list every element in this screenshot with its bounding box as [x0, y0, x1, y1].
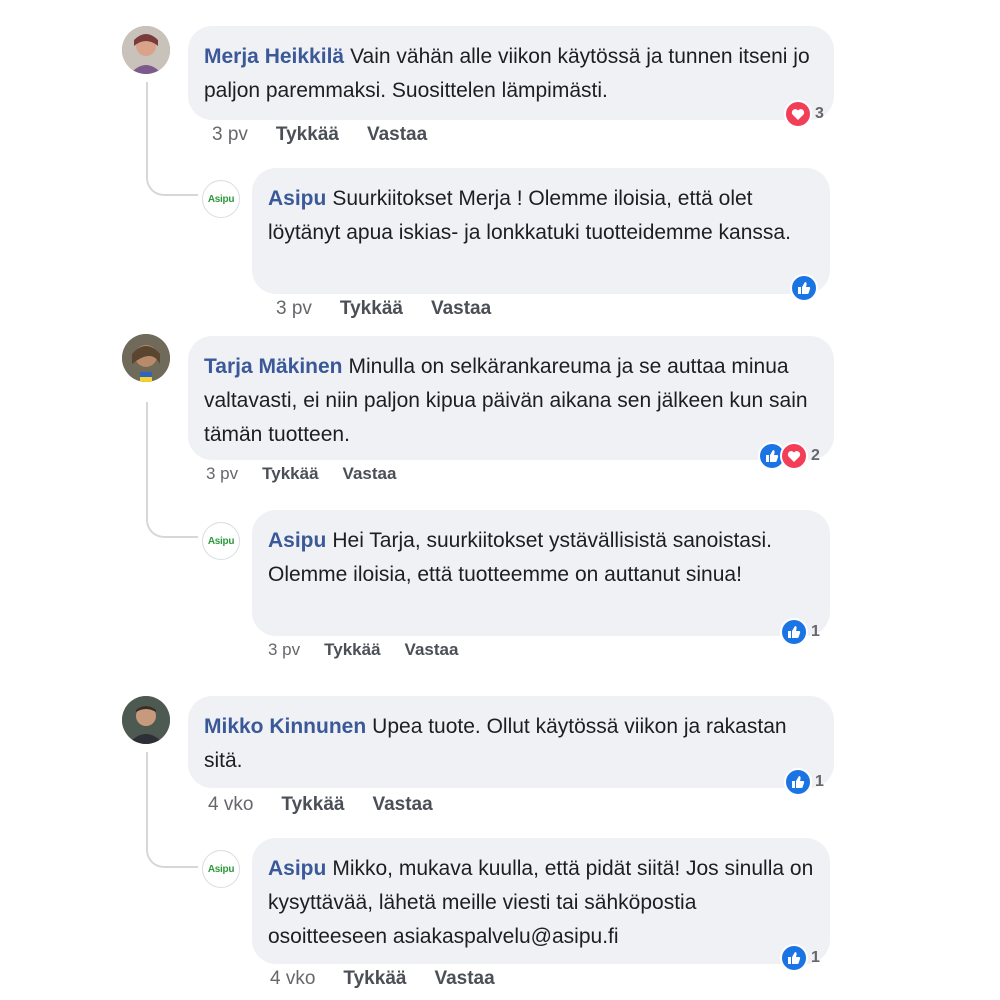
comment-meta: 3 pv Tykkää Vastaa — [268, 640, 458, 660]
like-button[interactable]: Tykkää — [276, 124, 339, 146]
avatar[interactable]: Asipu — [202, 180, 240, 218]
reply-button[interactable]: Vastaa — [434, 968, 494, 990]
like-button[interactable]: Tykkää — [343, 968, 406, 990]
reaction-summary[interactable]: 1 — [784, 768, 824, 796]
asipu-logo: Asipu — [207, 193, 235, 205]
asipu-logo: Asipu — [207, 863, 235, 875]
author-name[interactable]: Mikko Kinnunen — [204, 715, 366, 738]
comment-bubble: Mikko Kinnunen Upea tuote. Ollut käytössä… — [188, 696, 834, 788]
timestamp[interactable]: 3 pv — [206, 464, 238, 484]
love-reaction-icon — [784, 100, 812, 128]
reply-button[interactable]: Vastaa — [372, 794, 432, 816]
timestamp[interactable]: 3 pv — [276, 298, 312, 320]
avatar[interactable]: Asipu — [202, 522, 240, 560]
reaction-summary[interactable] — [790, 274, 818, 302]
author-name[interactable]: Asipu — [268, 529, 326, 552]
comment-text: Hei Tarja, suurkiitokset ystävällisistä … — [268, 529, 772, 586]
like-reaction-icon — [780, 618, 808, 646]
comment-text: Suurkiitokset Merja ! Olemme iloisia, et… — [268, 187, 791, 244]
reply-button[interactable]: Vastaa — [431, 298, 491, 320]
like-button[interactable]: Tykkää — [262, 464, 318, 484]
comment-meta: 3 pv Tykkää Vastaa — [276, 298, 491, 320]
like-reaction-icon — [784, 768, 812, 796]
author-name[interactable]: Asipu — [268, 857, 326, 880]
comment-meta: 3 pv Tykkää Vastaa — [212, 124, 427, 146]
comment-bubble: Asipu Mikko, mukava kuulla, että pidät si… — [252, 838, 830, 964]
like-reaction-icon — [780, 944, 808, 972]
like-reaction-icon — [790, 274, 818, 302]
comment-text: Mikko, mukava kuulla, että pidät siitä! … — [268, 857, 814, 948]
comment-meta: 4 vko Tykkää Vastaa — [270, 968, 495, 990]
asipu-logo: Asipu — [207, 535, 235, 547]
comment-bubble: Asipu Hei Tarja, suurkiitokset ystävällis… — [252, 510, 830, 636]
reaction-count: 1 — [811, 623, 820, 640]
reply-button[interactable]: Vastaa — [367, 124, 427, 146]
reaction-summary[interactable]: 1 — [780, 944, 820, 972]
avatar[interactable] — [122, 334, 170, 382]
reaction-summary[interactable]: 3 — [784, 100, 824, 128]
reaction-summary[interactable]: 2 — [758, 442, 820, 470]
comment-meta: 4 vko Tykkää Vastaa — [208, 794, 433, 816]
reply-button[interactable]: Vastaa — [405, 640, 459, 660]
comment-bubble: Merja Heikkilä Vain vähän alle viikon käy… — [188, 26, 834, 120]
timestamp[interactable]: 4 vko — [208, 794, 253, 816]
reaction-summary[interactable]: 1 — [780, 618, 820, 646]
author-name[interactable]: Asipu — [268, 187, 326, 210]
like-button[interactable]: Tykkää — [340, 298, 403, 320]
author-name[interactable]: Merja Heikkilä — [204, 45, 344, 68]
comment-meta: 3 pv Tykkää Vastaa — [206, 464, 396, 484]
timestamp[interactable]: 3 pv — [268, 640, 300, 660]
comment-bubble: Asipu Suurkiitokset Merja ! Olemme iloisi… — [252, 168, 830, 294]
reply-button[interactable]: Vastaa — [343, 464, 397, 484]
reaction-count: 3 — [815, 105, 824, 122]
love-reaction-icon — [780, 442, 808, 470]
reaction-count: 2 — [811, 447, 820, 464]
author-name[interactable]: Tarja Mäkinen — [204, 355, 343, 378]
avatar[interactable] — [122, 26, 170, 74]
timestamp[interactable]: 4 vko — [270, 968, 315, 990]
like-button[interactable]: Tykkää — [324, 640, 380, 660]
comment-bubble: Tarja Mäkinen Minulla on selkärankareuma … — [188, 336, 834, 460]
timestamp[interactable]: 3 pv — [212, 124, 248, 146]
reaction-count: 1 — [811, 949, 820, 966]
reaction-count: 1 — [815, 773, 824, 790]
avatar[interactable] — [122, 696, 170, 744]
avatar[interactable]: Asipu — [202, 850, 240, 888]
like-button[interactable]: Tykkää — [281, 794, 344, 816]
